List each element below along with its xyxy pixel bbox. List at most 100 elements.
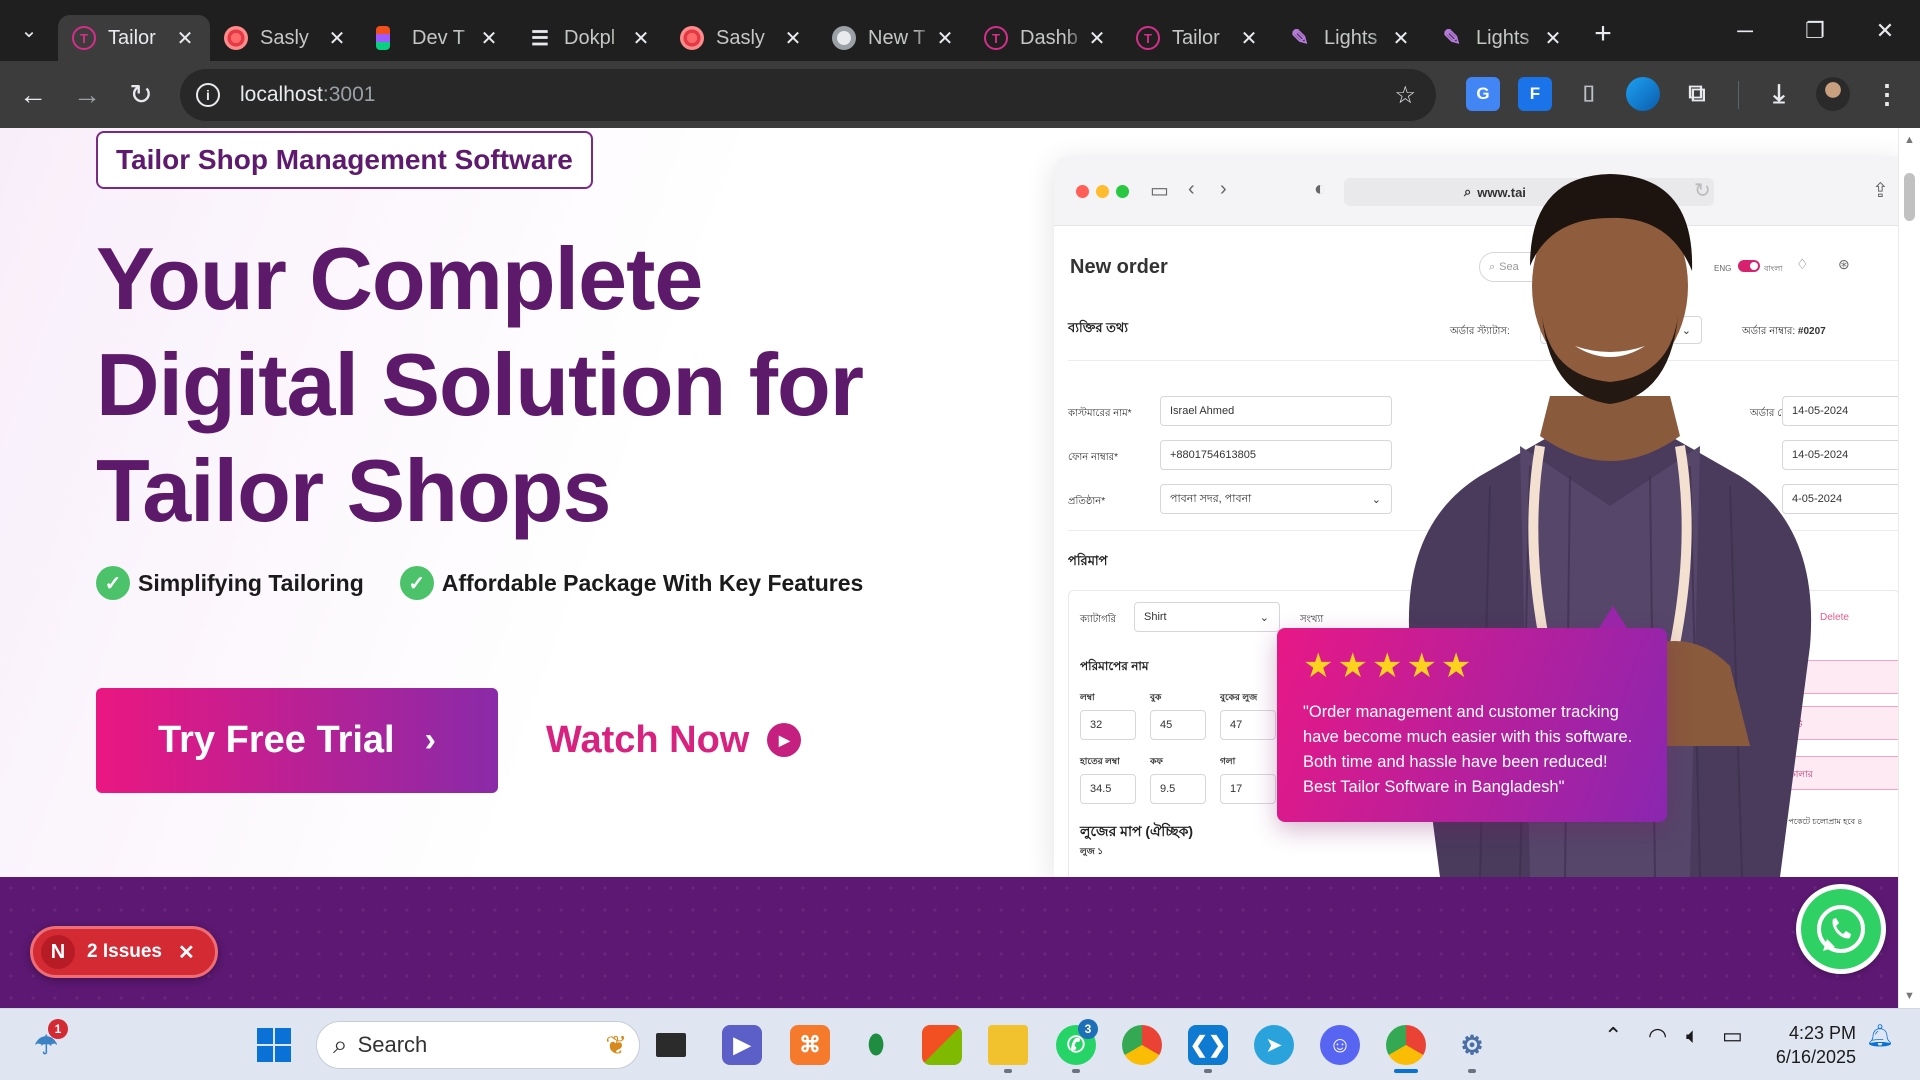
windows-start-icon[interactable]	[254, 1025, 294, 1065]
scroll-down-icon[interactable]: ▼	[1904, 990, 1915, 1002]
profile-avatar[interactable]	[1816, 77, 1850, 111]
notification-bell-icon[interactable]: 🔔︎	[1866, 1023, 1894, 1049]
telegram-icon[interactable]: ➤	[1254, 1025, 1294, 1065]
scrollbar-thumb[interactable]	[1904, 173, 1915, 221]
tab-tailor-2[interactable]: T Tailor ✕	[1122, 15, 1274, 61]
feature-check-label: Affordable Package With Key Features	[441, 569, 864, 596]
close-tab-icon[interactable]: ✕	[326, 26, 348, 51]
microsoft-store-icon[interactable]	[922, 1025, 962, 1065]
tailor-logo-icon: T	[72, 26, 96, 50]
url-text: localhost:3001	[240, 83, 375, 107]
volume-icon[interactable]: 🔈︎	[1686, 1023, 1699, 1049]
tab-tailor-active[interactable]: T Tailor ✕	[58, 15, 210, 61]
windows-logo-icon	[257, 1028, 291, 1062]
tab-lights-2[interactable]: ✎ Lights ✕	[1426, 15, 1578, 61]
whatsapp-chat-button[interactable]	[1796, 884, 1886, 974]
postman-app-icon[interactable]: ⌘	[790, 1025, 830, 1065]
close-window-icon[interactable]: ✕	[1850, 0, 1920, 61]
page-scrollbar[interactable]: ▲ ▼	[1898, 128, 1920, 1008]
system-clock[interactable]: 4:23 PM 6/16/2025	[1764, 1021, 1856, 1069]
task-view-icon[interactable]	[656, 1033, 686, 1057]
sleeve-label: হাতের লম্বা	[1080, 756, 1120, 766]
customer-name-label: কাস্টমারের নাম*	[1068, 408, 1132, 419]
file-explorer-icon[interactable]	[988, 1025, 1028, 1065]
close-tab-icon[interactable]: ✕	[782, 26, 804, 51]
scroll-up-icon[interactable]: ▲	[1904, 134, 1915, 146]
close-tab-icon[interactable]: ✕	[1542, 26, 1564, 51]
tab-dashboard[interactable]: T Dashb ✕	[970, 15, 1122, 61]
feature-check-label: Simplifying Tailoring	[138, 569, 364, 596]
cuff-field: 9.5	[1150, 774, 1206, 804]
taskbar-search-box[interactable]: ⌕ Search ❦	[316, 1021, 640, 1069]
close-tab-icon[interactable]: ✕	[1238, 26, 1260, 51]
chrome-profile-icon[interactable]	[1386, 1025, 1426, 1065]
sidebar-toggle-icon: ▭	[1150, 180, 1169, 202]
new-tab-button[interactable]: +	[1578, 17, 1628, 51]
network-tool-icon[interactable]: ⚙	[1452, 1025, 1492, 1065]
discord-icon[interactable]: ☺	[1320, 1025, 1360, 1065]
close-tab-icon[interactable]: ✕	[1086, 26, 1108, 51]
vscode-icon[interactable]: ❮❯	[1188, 1025, 1228, 1065]
weather-badge: 1	[48, 1019, 68, 1039]
tab-search-chevron-icon[interactable]: ⌄	[0, 0, 58, 61]
tab-title: Tailor	[1172, 26, 1220, 49]
tab-title: Tailor	[108, 26, 156, 49]
chrome-menu-icon[interactable]: ⋮	[1870, 77, 1904, 111]
nextjs-issues-badge[interactable]: N 2 Issues ✕	[30, 926, 218, 978]
search-placeholder: Search	[357, 1032, 428, 1057]
reload-icon[interactable]: ↻	[114, 78, 168, 111]
tab-sasly-2[interactable]: Sasly ✕	[666, 15, 818, 61]
minimize-icon[interactable]: ─	[1710, 0, 1780, 61]
tab-lights[interactable]: ✎ Lights ✕	[1274, 15, 1426, 61]
close-tab-icon[interactable]: ✕	[1390, 26, 1412, 51]
restore-icon[interactable]: ❐	[1780, 0, 1850, 61]
wifi-icon[interactable]: ◠	[1648, 1023, 1667, 1049]
length-label: লম্বা	[1080, 692, 1095, 702]
forward-arrow-icon[interactable]: →	[60, 79, 114, 111]
clock-date: 6/16/2025	[1775, 1047, 1856, 1067]
tab-title: Dev T	[412, 26, 465, 49]
trial-button-label: Try Free Trial	[158, 719, 395, 761]
back-arrow-icon[interactable]: ←	[6, 79, 60, 111]
close-tab-icon[interactable]: ✕	[478, 26, 500, 51]
bookmark-star-icon[interactable]: ☆	[1394, 81, 1416, 110]
address-bar[interactable]: i localhost:3001 ☆	[180, 69, 1436, 121]
battery-icon[interactable]: ▭	[1722, 1023, 1743, 1049]
extensions-puzzle-icon[interactable]: ⧉	[1680, 77, 1714, 111]
tab-new-tab[interactable]: New T ✕	[818, 15, 970, 61]
tab-dev-t[interactable]: Dev T ✕	[362, 15, 514, 61]
window-zoom-dot	[1116, 185, 1129, 198]
download-icon[interactable]: ⤓	[1762, 77, 1796, 111]
nextjs-logo-icon: N	[41, 935, 75, 969]
edge-extension-icon[interactable]	[1626, 77, 1660, 111]
whatsapp-icon	[1817, 905, 1865, 953]
headline-line-1: Your Complete	[96, 229, 703, 328]
watch-now-button[interactable]: Watch Now ▶	[546, 708, 802, 772]
fonts-ninja-icon[interactable]: F	[1518, 77, 1552, 111]
phone-field: +8801754613805	[1160, 440, 1392, 470]
chevron-down-icon: ⌄	[1259, 611, 1269, 624]
tab-dokploy[interactable]: ☰ Dokpl ✕	[514, 15, 666, 61]
screenshot-camera-icon[interactable]: ⌷	[1572, 77, 1606, 111]
sleeve-field: 34.5	[1080, 774, 1136, 804]
tray-chevron-up-icon[interactable]: ⌃	[1604, 1023, 1622, 1049]
window-minimize-dot	[1096, 185, 1109, 198]
google-translate-icon[interactable]: G	[1466, 77, 1500, 111]
close-tab-icon[interactable]: ✕	[630, 26, 652, 51]
running-indicator	[1072, 1069, 1080, 1073]
try-free-trial-button[interactable]: Try Free Trial ›	[96, 688, 498, 793]
mongodb-compass-icon[interactable]: ⬮	[856, 1025, 896, 1065]
neck-label: গলা	[1220, 756, 1236, 766]
close-tab-icon[interactable]: ✕	[174, 26, 196, 51]
issues-count: 2 Issues	[87, 941, 162, 962]
site-info-icon[interactable]: i	[196, 83, 220, 107]
teams-meet-icon[interactable]: ▶	[722, 1025, 762, 1065]
check-circle-icon: ✓	[399, 566, 434, 600]
product-badge: Tailor Shop Management Software	[96, 131, 593, 189]
close-icon[interactable]: ✕	[178, 940, 195, 965]
butterfly-icon: ❦	[605, 1029, 627, 1060]
close-tab-icon[interactable]: ✕	[934, 26, 956, 51]
url-port: :3001	[322, 83, 376, 106]
chrome-app-icon[interactable]	[1122, 1025, 1162, 1065]
tab-sasly[interactable]: Sasly ✕	[210, 15, 362, 61]
